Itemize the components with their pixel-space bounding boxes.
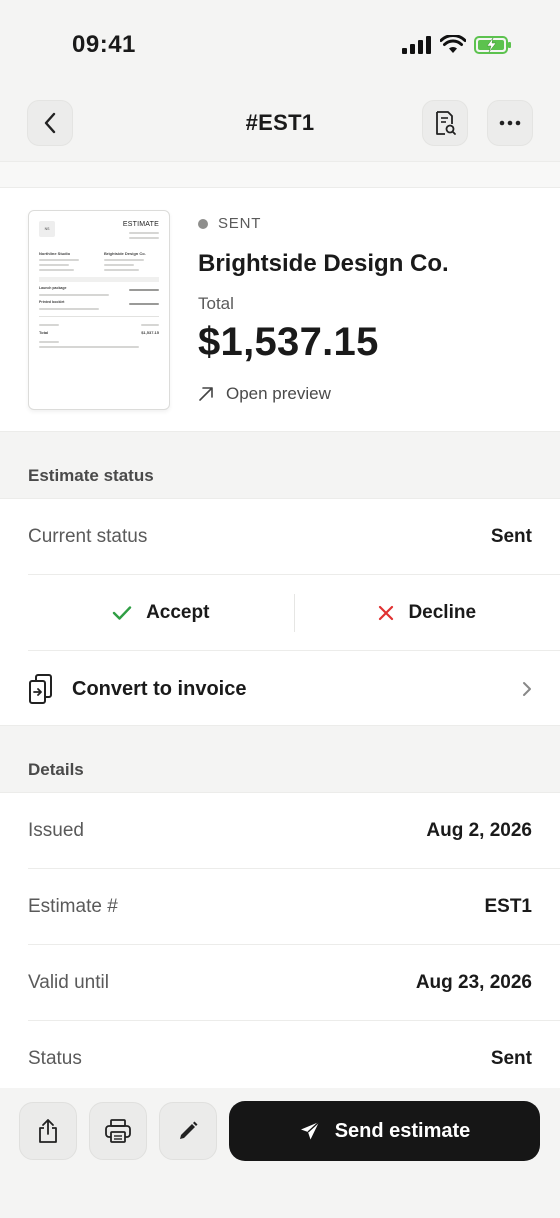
thumbnail-item: Launch package bbox=[39, 286, 67, 290]
accept-label: Accept bbox=[146, 601, 210, 623]
status-text: SENT bbox=[218, 215, 262, 232]
detail-row-estimate-number: Estimate # EST1 bbox=[28, 869, 560, 945]
status-time: 09:41 bbox=[72, 31, 136, 58]
thumbnail-logo: NS bbox=[39, 221, 55, 237]
client-name: Brightside Design Co. bbox=[198, 250, 449, 277]
convert-document-icon bbox=[29, 674, 52, 704]
convert-label: Convert to invoice bbox=[72, 677, 247, 700]
convert-to-invoice-row[interactable]: Convert to invoice bbox=[0, 651, 560, 727]
x-icon bbox=[379, 605, 394, 620]
row-label: Valid until bbox=[28, 971, 109, 993]
row-value: EST1 bbox=[484, 895, 532, 917]
battery-charging-icon bbox=[474, 36, 511, 54]
open-preview-link[interactable]: Open preview bbox=[198, 384, 331, 404]
row-label: Status bbox=[28, 1048, 82, 1069]
thumbnail-to: Brightside Design Co. bbox=[104, 251, 146, 256]
pencil-icon bbox=[180, 1121, 198, 1139]
estimate-summary: NS ESTIMATE Northline Studio Brightside … bbox=[0, 187, 560, 432]
row-value: Sent bbox=[490, 525, 532, 547]
document-thumbnail[interactable]: NS ESTIMATE Northline Studio Brightside … bbox=[28, 210, 170, 410]
arrow-up-right-icon bbox=[199, 387, 213, 401]
more-horizontal-icon bbox=[499, 120, 521, 126]
detail-row-issued: Issued Aug 2, 2026 bbox=[28, 793, 560, 869]
total-label: Total bbox=[198, 294, 234, 313]
thumbnail-heading: ESTIMATE bbox=[122, 221, 159, 228]
details-header: Details bbox=[28, 760, 84, 779]
row-label: Issued bbox=[28, 819, 84, 841]
share-icon bbox=[39, 1119, 57, 1143]
send-estimate-label: Send estimate bbox=[334, 1119, 471, 1142]
status-bar: 09:41 bbox=[0, 0, 560, 90]
send-icon bbox=[300, 1121, 320, 1140]
estimate-status-header: Estimate status bbox=[28, 466, 154, 485]
thumbnail-item: Printed booklet bbox=[39, 300, 65, 304]
decline-label: Decline bbox=[408, 601, 477, 623]
spacer bbox=[0, 161, 560, 187]
row-label: Estimate # bbox=[28, 895, 118, 917]
estimate-status-card: Current status Sent Accept Decline Conve… bbox=[0, 498, 560, 726]
row-value: Aug 23, 2026 bbox=[415, 971, 532, 993]
navigation-bar: #EST1 bbox=[0, 100, 560, 148]
preview-document-button[interactable] bbox=[422, 100, 468, 146]
status-icons bbox=[402, 35, 512, 55]
signal-icon bbox=[402, 36, 431, 54]
total-amount: $1,537.15 bbox=[198, 320, 379, 364]
print-button[interactable] bbox=[89, 1102, 147, 1160]
edit-button[interactable] bbox=[159, 1102, 217, 1160]
wifi-icon bbox=[440, 35, 466, 53]
bottom-action-bar: Send estimate bbox=[0, 1088, 560, 1218]
check-icon bbox=[112, 605, 132, 620]
page-title: #EST1 bbox=[245, 110, 315, 135]
row-value: Sent bbox=[490, 1048, 532, 1069]
decline-button[interactable]: Decline bbox=[295, 602, 560, 624]
share-button[interactable] bbox=[19, 1102, 77, 1160]
details-card: Issued Aug 2, 2026 Estimate # EST1 Valid… bbox=[0, 792, 560, 1096]
thumbnail-total-label: Total bbox=[39, 330, 49, 335]
current-status-row: Current status Sent bbox=[28, 499, 560, 575]
more-options-button[interactable] bbox=[487, 100, 533, 146]
row-value: Aug 2, 2026 bbox=[426, 819, 532, 841]
printer-icon bbox=[105, 1119, 131, 1143]
open-preview-label: Open preview bbox=[226, 384, 331, 403]
detail-row-valid-until: Valid until Aug 23, 2026 bbox=[28, 945, 560, 1021]
send-estimate-button[interactable]: Send estimate bbox=[229, 1101, 540, 1161]
thumbnail-total-value: $1,537.15 bbox=[141, 330, 159, 335]
status-dot bbox=[198, 218, 208, 229]
status-badge: SENT bbox=[198, 215, 261, 232]
row-label: Current status bbox=[28, 525, 148, 547]
detail-row-status: Status Sent bbox=[28, 1021, 560, 1097]
document-search-icon bbox=[436, 111, 456, 135]
thumbnail-from: Northline Studio bbox=[39, 251, 71, 256]
chevron-right-icon bbox=[523, 682, 531, 696]
accept-button[interactable]: Accept bbox=[28, 602, 294, 624]
accept-decline-row: Accept Decline bbox=[28, 575, 560, 651]
